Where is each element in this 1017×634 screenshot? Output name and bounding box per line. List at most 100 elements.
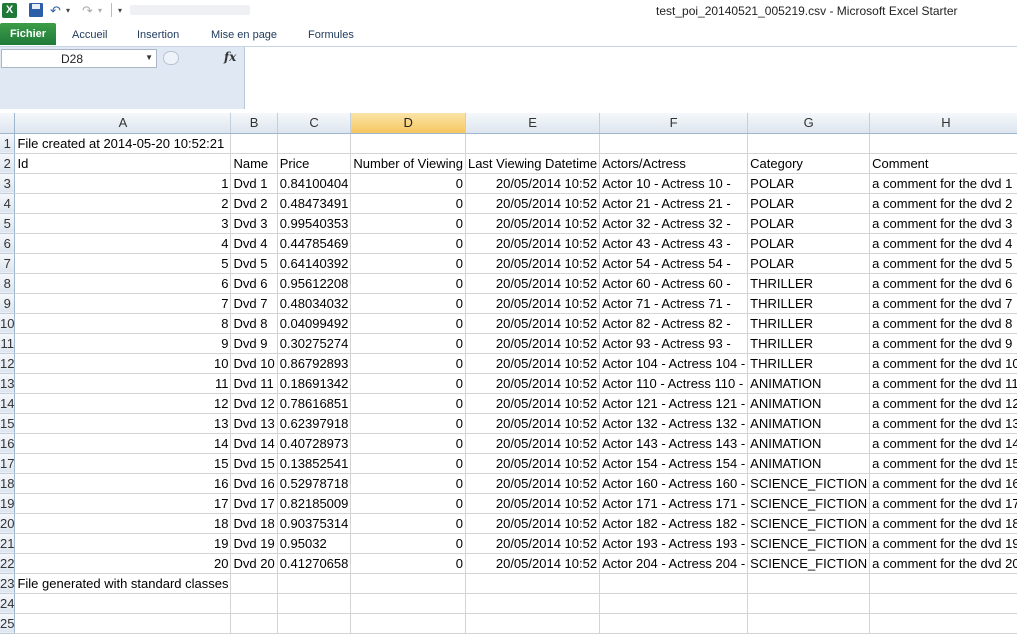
- cell[interactable]: a comment for the dvd 12: [869, 393, 1017, 414]
- cell[interactable]: ANIMATION: [747, 433, 871, 454]
- cell[interactable]: 20/05/2014 10:52: [465, 213, 601, 234]
- tab-fichier[interactable]: Fichier: [0, 23, 56, 45]
- cell[interactable]: Actor 132 - Actress 132 -: [599, 413, 749, 434]
- cell[interactable]: 20/05/2014 10:52: [465, 173, 601, 194]
- chevron-down-icon[interactable]: ▼: [145, 53, 153, 62]
- row-header[interactable]: 25: [0, 613, 16, 634]
- cell[interactable]: Dvd 5: [230, 253, 278, 274]
- cell[interactable]: a comment for the dvd 17: [869, 493, 1017, 514]
- cell[interactable]: 0: [350, 473, 466, 494]
- cell[interactable]: POLAR: [747, 253, 871, 274]
- cell[interactable]: 0: [350, 193, 466, 214]
- tab-accueil[interactable]: Accueil: [72, 26, 107, 44]
- row-header[interactable]: 22: [0, 553, 16, 574]
- row-header[interactable]: 9: [0, 293, 16, 314]
- cell[interactable]: [869, 593, 1017, 614]
- cell[interactable]: [599, 133, 749, 154]
- cell[interactable]: 1: [14, 173, 232, 194]
- cell[interactable]: 4: [14, 233, 232, 254]
- insert-function-icon[interactable]: fx: [224, 50, 236, 64]
- cell[interactable]: 0.62397918: [277, 413, 352, 434]
- cell[interactable]: [599, 573, 749, 594]
- cell[interactable]: [14, 613, 232, 634]
- cell[interactable]: 7: [14, 293, 232, 314]
- undo-dropdown-icon[interactable]: ▾: [66, 3, 74, 19]
- select-all-corner[interactable]: [0, 113, 16, 134]
- cell[interactable]: 20/05/2014 10:52: [465, 393, 601, 414]
- cell[interactable]: a comment for the dvd 5: [869, 253, 1017, 274]
- cell[interactable]: 0: [350, 533, 466, 554]
- cell[interactable]: [747, 133, 871, 154]
- cell[interactable]: [277, 613, 352, 634]
- tab-mise-en-page[interactable]: Mise en page: [211, 26, 277, 44]
- cell[interactable]: Dvd 3: [230, 213, 278, 234]
- formula-grip-icon[interactable]: [163, 51, 179, 65]
- cell[interactable]: Actor 110 - Actress 110 -: [599, 373, 749, 394]
- cell[interactable]: [277, 593, 352, 614]
- cell[interactable]: [14, 593, 232, 614]
- cell[interactable]: 0.04099492: [277, 313, 352, 334]
- cell[interactable]: Actor 171 - Actress 171 -: [599, 493, 749, 514]
- cell[interactable]: [869, 573, 1017, 594]
- cell[interactable]: Dvd 13: [230, 413, 278, 434]
- cell[interactable]: 8: [14, 313, 232, 334]
- cell[interactable]: 13: [14, 413, 232, 434]
- cell[interactable]: 20/05/2014 10:52: [465, 453, 601, 474]
- cell[interactable]: Dvd 4: [230, 233, 278, 254]
- cell[interactable]: [869, 133, 1017, 154]
- row-header[interactable]: 12: [0, 353, 16, 374]
- cell[interactable]: 0: [350, 433, 466, 454]
- cell[interactable]: Dvd 9: [230, 333, 278, 354]
- cell[interactable]: a comment for the dvd 19: [869, 533, 1017, 554]
- row-header[interactable]: 17: [0, 453, 16, 474]
- cell[interactable]: 0: [350, 233, 466, 254]
- column-header-selected[interactable]: D: [350, 113, 466, 134]
- row-header[interactable]: 21: [0, 533, 16, 554]
- cell[interactable]: Dvd 15: [230, 453, 278, 474]
- cell[interactable]: [230, 573, 278, 594]
- cell[interactable]: 0: [350, 293, 466, 314]
- cell[interactable]: 20/05/2014 10:52: [465, 253, 601, 274]
- cell[interactable]: Dvd 12: [230, 393, 278, 414]
- cell[interactable]: Dvd 7: [230, 293, 278, 314]
- cell[interactable]: a comment for the dvd 4: [869, 233, 1017, 254]
- cell[interactable]: 20/05/2014 10:52: [465, 273, 601, 294]
- cell[interactable]: a comment for the dvd 3: [869, 213, 1017, 234]
- cell[interactable]: 0.64140392: [277, 253, 352, 274]
- cell[interactable]: 0.82185009: [277, 493, 352, 514]
- cell[interactable]: 20/05/2014 10:52: [465, 313, 601, 334]
- cell[interactable]: [599, 593, 749, 614]
- cell[interactable]: [277, 573, 352, 594]
- cell[interactable]: 15: [14, 453, 232, 474]
- redo-icon[interactable]: ↷: [82, 3, 96, 19]
- cell[interactable]: 19: [14, 533, 232, 554]
- cell[interactable]: Dvd 6: [230, 273, 278, 294]
- cell[interactable]: SCIENCE_FICTION: [747, 553, 871, 574]
- cell[interactable]: [350, 573, 466, 594]
- row-header[interactable]: 2: [0, 153, 16, 174]
- cell[interactable]: [599, 613, 749, 634]
- row-header[interactable]: 11: [0, 333, 16, 354]
- cell[interactable]: ANIMATION: [747, 413, 871, 434]
- cell[interactable]: [230, 133, 278, 154]
- cell[interactable]: THRILLER: [747, 333, 871, 354]
- cell[interactable]: 20/05/2014 10:52: [465, 433, 601, 454]
- excel-logo-icon[interactable]: X: [2, 3, 17, 18]
- cell[interactable]: Dvd 20: [230, 553, 278, 574]
- cell[interactable]: a comment for the dvd 10: [869, 353, 1017, 374]
- cell[interactable]: [350, 133, 466, 154]
- cell[interactable]: 6: [14, 273, 232, 294]
- cell[interactable]: 14: [14, 433, 232, 454]
- cell[interactable]: Actor 60 - Actress 60 -: [599, 273, 749, 294]
- cell[interactable]: Actor 43 - Actress 43 -: [599, 233, 749, 254]
- cell[interactable]: POLAR: [747, 193, 871, 214]
- cell[interactable]: Actor 21 - Actress 21 -: [599, 193, 749, 214]
- cell[interactable]: 20/05/2014 10:52: [465, 493, 601, 514]
- cell[interactable]: Comment: [869, 153, 1017, 174]
- cell[interactable]: 0: [350, 173, 466, 194]
- cell[interactable]: 0: [350, 213, 466, 234]
- cell[interactable]: 0.84100404: [277, 173, 352, 194]
- cell[interactable]: 20/05/2014 10:52: [465, 193, 601, 214]
- cell[interactable]: THRILLER: [747, 293, 871, 314]
- cell[interactable]: a comment for the dvd 9: [869, 333, 1017, 354]
